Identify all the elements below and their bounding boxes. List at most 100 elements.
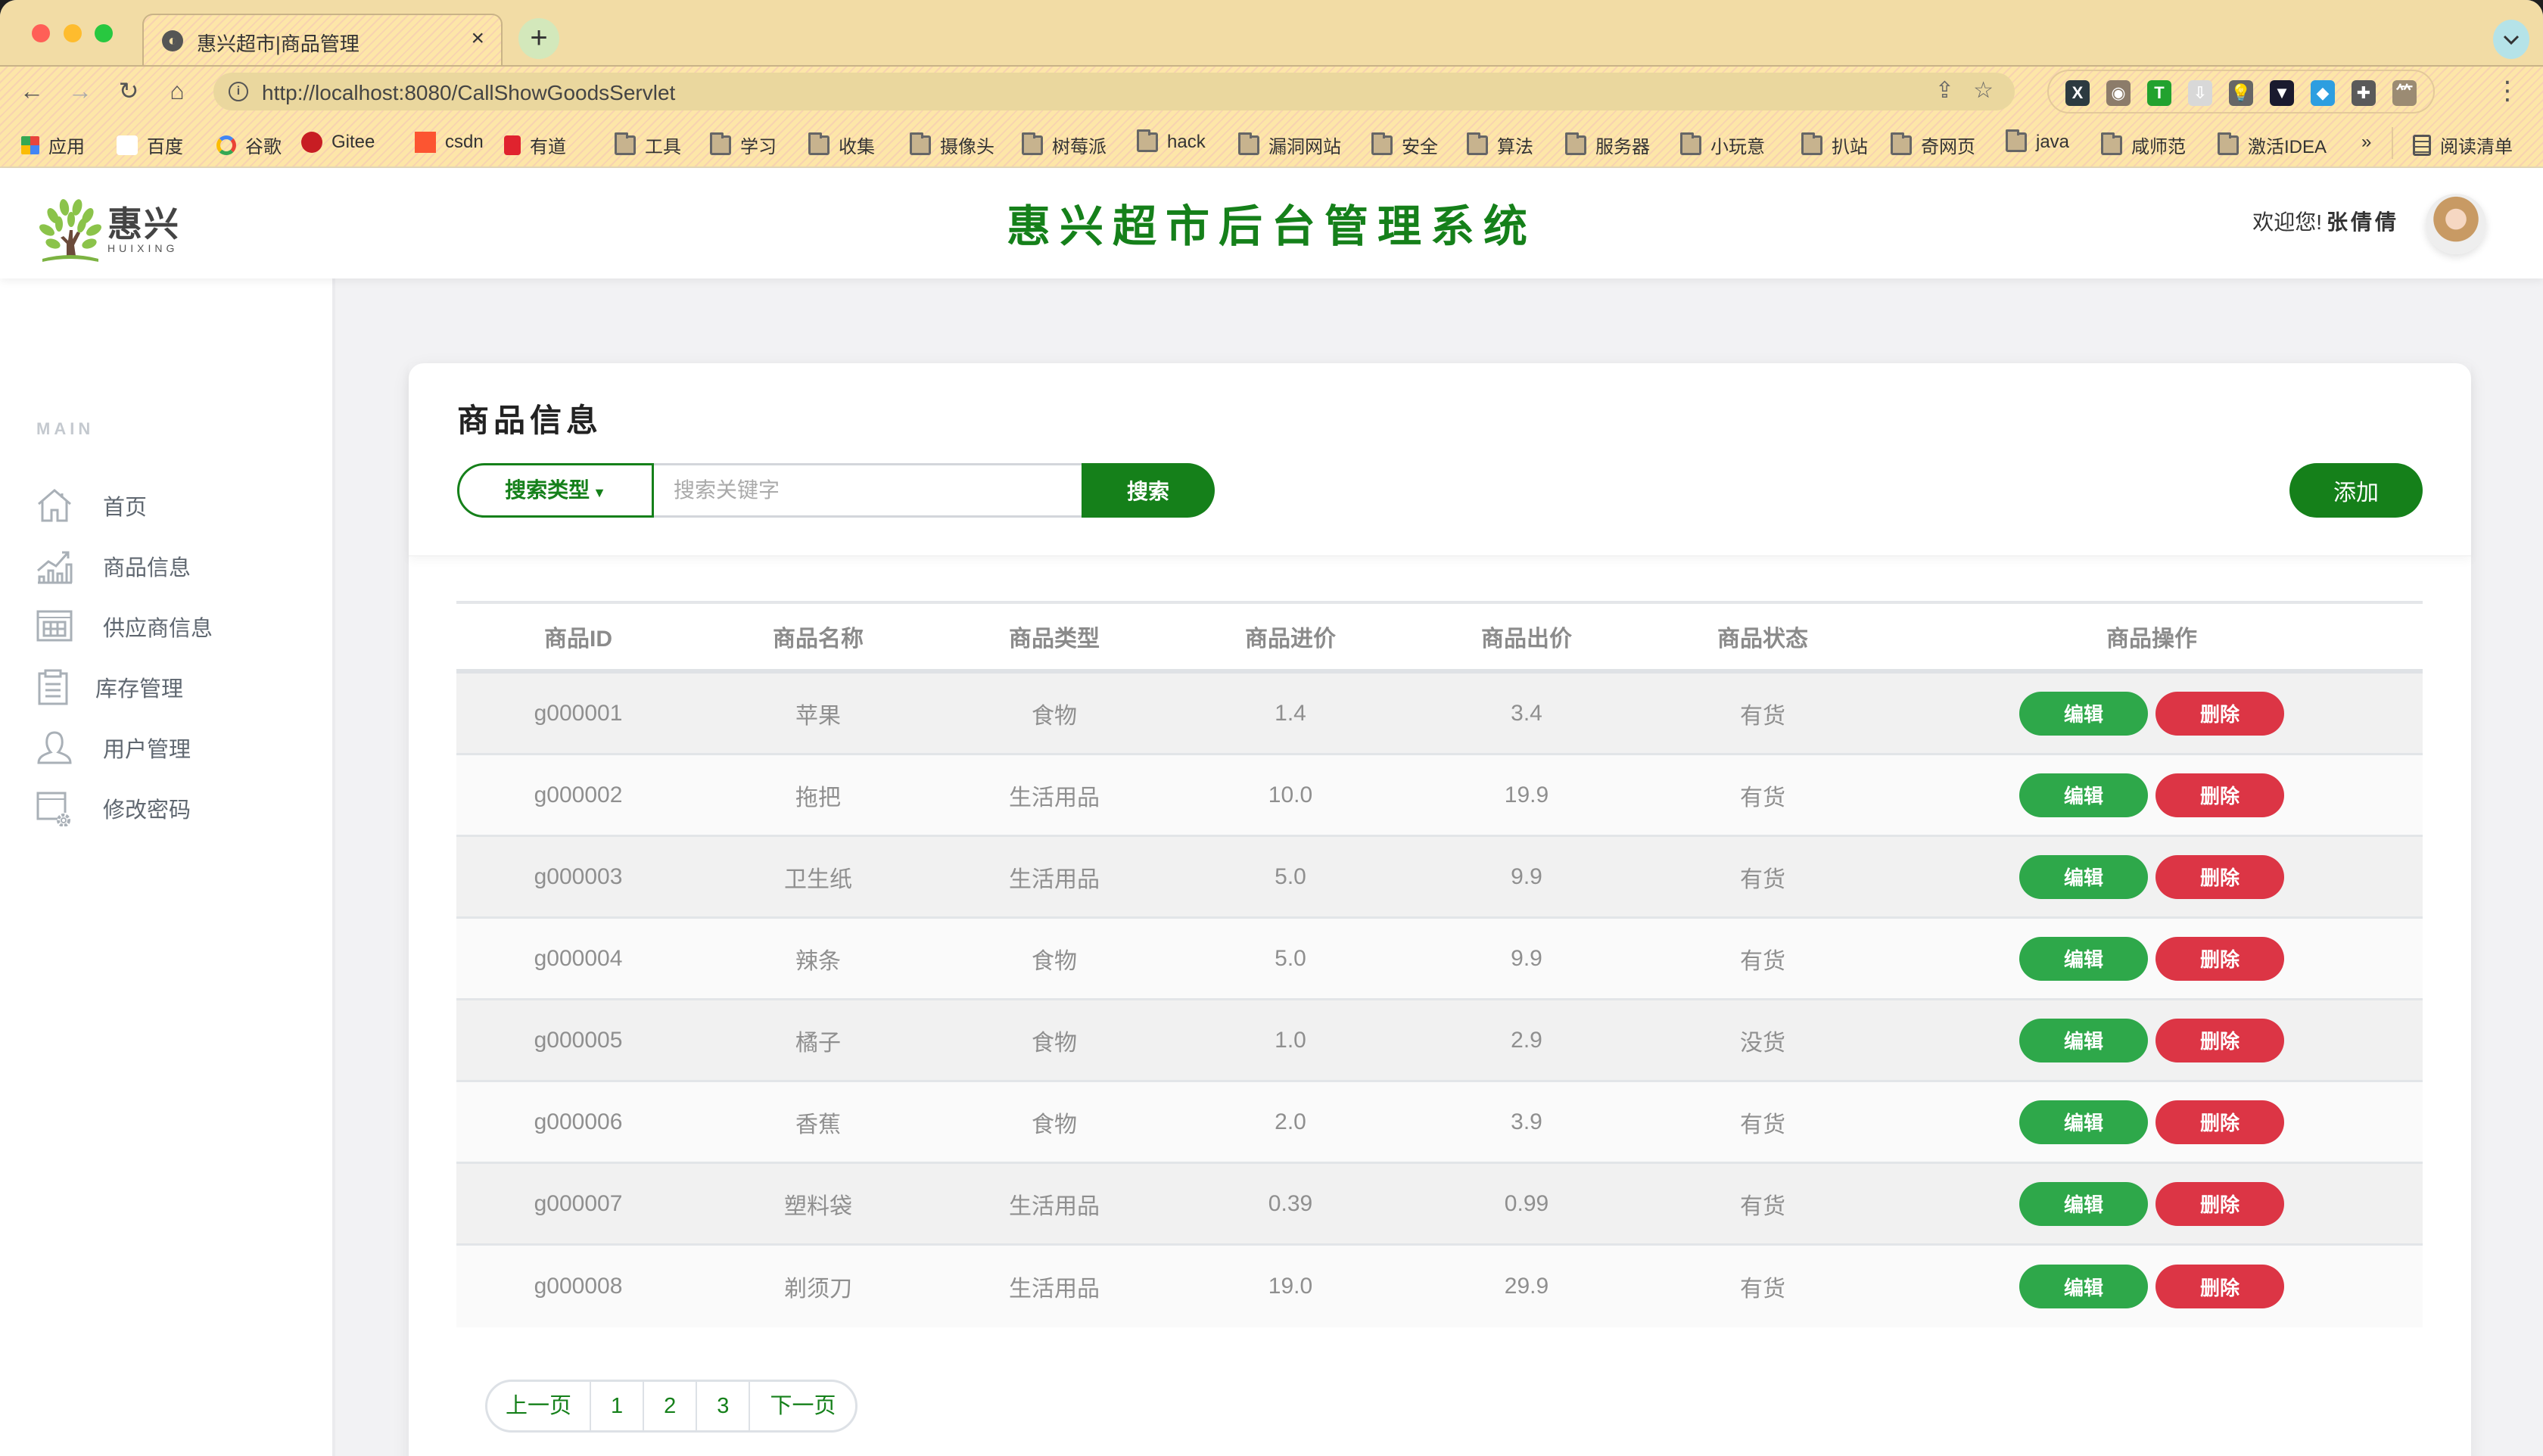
bookmark-item[interactable]: 应用 [21,132,85,158]
page-button-1[interactable]: 1 [591,1382,645,1430]
folder-icon [1371,132,1393,155]
tab-close-icon[interactable]: × [471,26,484,51]
sidebar-item-label: 修改密码 [103,798,191,823]
delete-button[interactable]: 删除 [2155,1018,2284,1062]
puzzle-extension-icon[interactable]: ✚ [2352,80,2376,106]
cell-actions: 编辑 删除 [1881,1265,2423,1308]
bookmark-label: Gitee [331,132,375,152]
cell-actions: 编辑 删除 [1881,1181,2423,1226]
x-extension-icon[interactable]: X [2065,80,2090,106]
bookmark-item[interactable]: 百度 [117,132,183,158]
eyes-extension-icon[interactable]: ◉ [2106,80,2131,106]
bookmark-item[interactable]: hack [1137,129,1206,153]
prev-page-button[interactable]: 上一页 [487,1382,592,1430]
app-title: 惠兴超市后台管理系统 [1006,202,1536,251]
cell-actions: 编辑 删除 [1881,936,2423,981]
edit-button[interactable]: 编辑 [2019,773,2148,817]
reading-list-button[interactable]: 阅读清单 [2413,132,2513,158]
cell-type: 食物 [1032,1112,1077,1137]
sidebar-item-users[interactable]: 用户管理 [36,725,191,770]
close-window-button[interactable] [32,24,50,42]
delete-button[interactable]: 删除 [2155,854,2284,899]
cell-id: g000007 [534,1190,623,1216]
page-button-3[interactable]: 3 [697,1382,751,1430]
folder-download-extension-icon[interactable]: ⇩ [2188,80,2212,106]
edit-button[interactable]: 编辑 [2019,691,2148,736]
app-header: 惠兴 HUIXING 惠兴超市后台管理系统 欢迎您! 张倩倩 [0,168,2543,278]
cell-status: 有货 [1740,1277,1785,1302]
edit-button[interactable]: 编辑 [2019,854,2148,899]
folder-icon [1137,129,1158,152]
share-icon[interactable]: ⇪ [1935,77,1954,104]
bookmark-item[interactable]: 安全 [1371,132,1438,158]
search-input[interactable] [654,463,1082,518]
bookmark-item[interactable]: 有道 [504,132,566,158]
delete-button[interactable]: 删除 [2155,773,2284,817]
delete-button[interactable]: 删除 [2155,936,2284,981]
new-tab-button[interactable]: + [518,18,559,59]
bookmark-item[interactable]: 扒站 [1801,132,1868,158]
bookmarks-overflow-button[interactable]: » [2361,132,2371,153]
tag-extension-icon[interactable]: ◆ [2311,80,2335,106]
browser-menu-icon[interactable]: ⋮ [2495,74,2520,107]
delete-button[interactable]: 删除 [2155,1100,2284,1144]
t-shield-extension-icon[interactable]: T [2147,80,2171,106]
search-type-dropdown[interactable]: 搜索类型 ▼ [457,463,654,518]
sidebar-item-suppliers[interactable]: 供应商信息 [36,604,213,649]
back-arrow-icon[interactable]: ← [15,74,48,107]
bookmark-item[interactable]: 树莓派 [1022,132,1107,158]
pagination: 上一页 1 2 3 下一页 [485,1380,858,1433]
bookmark-item[interactable]: 漏洞网站 [1238,132,1341,158]
edit-button[interactable]: 编辑 [2019,1265,2148,1308]
tab-search-chevron-icon[interactable] [2493,20,2529,59]
url-text[interactable]: http://localhost:8080/CallShowGoodsServl… [262,81,675,105]
bulb-extension-icon[interactable]: 💡 [2229,80,2253,106]
sidebar-item-inventory[interactable]: 库存管理 [36,664,183,710]
home-icon[interactable]: ⌂ [160,74,194,107]
sidebar-item-change-password[interactable]: 修改密码 [36,786,191,831]
bookmark-label: 学习 [740,137,777,157]
branch-extension-icon[interactable]: ⺮ [2392,80,2417,106]
cell-status: 有货 [1740,785,1785,810]
active-tab[interactable]: ◐ 惠兴超市|商品管理 × [142,14,503,67]
search-button[interactable]: 搜索 [1082,463,1215,518]
delete-button[interactable]: 删除 [2155,1181,2284,1226]
add-button[interactable]: 添加 [2289,463,2423,518]
bookmark-star-icon[interactable]: ☆ [1973,77,1994,104]
sidebar-item-home[interactable]: 首页 [36,483,147,528]
bookmark-extension-icon[interactable]: ▼ [2270,80,2294,106]
minimize-window-button[interactable] [64,24,82,42]
maximize-window-button[interactable] [95,24,113,42]
bookmark-item[interactable]: 奇网页 [1891,132,1975,158]
delete-button[interactable]: 删除 [2155,1265,2284,1308]
bookmark-item[interactable]: 学习 [710,132,777,158]
reload-icon[interactable]: ↻ [112,74,145,107]
next-page-button[interactable]: 下一页 [750,1382,855,1430]
edit-button[interactable]: 编辑 [2019,1181,2148,1226]
page-button-2[interactable]: 2 [644,1382,698,1430]
sidebar-item-goods[interactable]: 商品信息 [36,543,191,589]
bookmark-item[interactable]: 摄像头 [910,132,994,158]
bookmark-item[interactable]: 算法 [1467,132,1533,158]
user-avatar[interactable] [2426,194,2486,254]
bookmark-item[interactable]: 工具 [615,132,681,158]
bookmark-item[interactable]: csdn [415,132,484,153]
cell-type: 生活用品 [1009,1193,1100,1219]
youdao-icon [504,135,521,155]
edit-button[interactable]: 编辑 [2019,936,2148,981]
edit-button[interactable]: 编辑 [2019,1100,2148,1144]
edit-button[interactable]: 编辑 [2019,1018,2148,1062]
forward-arrow-icon[interactable]: → [64,74,97,107]
bookmark-item[interactable]: 咸师范 [2101,132,2186,158]
site-info-icon[interactable]: i [229,82,248,101]
bookmark-item[interactable]: 小玩意 [1680,132,1765,158]
bookmark-item[interactable]: 收集 [808,132,875,158]
cell-status: 没货 [1740,1030,1785,1056]
bookmark-item[interactable]: 激活IDEA [2218,132,2327,158]
bookmark-item[interactable]: 谷歌 [216,132,282,158]
address-bar[interactable]: i http://localhost:8080/CallShowGoodsSer… [213,73,2015,110]
bookmark-item[interactable]: 服务器 [1565,132,1650,158]
delete-button[interactable]: 删除 [2155,691,2284,736]
bookmark-item[interactable]: java [2006,129,2069,153]
bookmark-item[interactable]: Gitee [301,132,375,153]
